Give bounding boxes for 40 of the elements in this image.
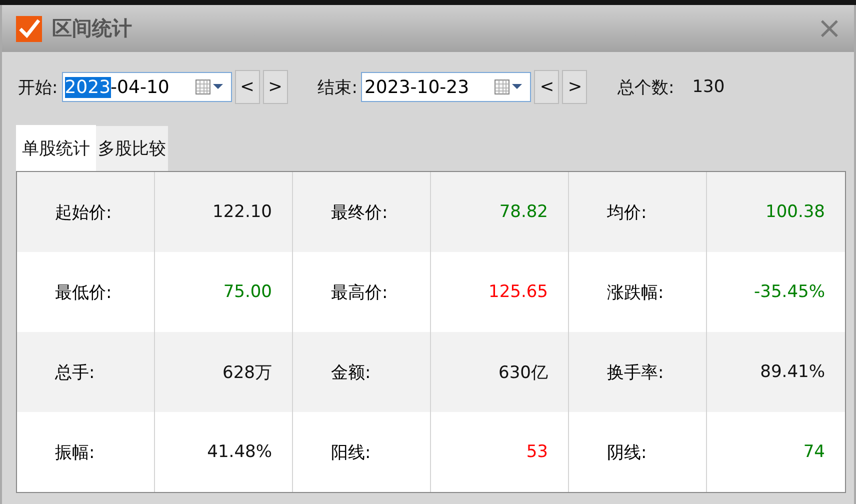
stat-label: 阴线: xyxy=(607,442,647,464)
stat-value: 78.82 xyxy=(499,202,548,222)
total-value: 130 xyxy=(692,77,725,97)
stat-value: 74 xyxy=(803,442,825,462)
stat-label: 起始价: xyxy=(55,202,112,224)
stat-label: 最高价: xyxy=(331,282,388,304)
date-field[interactable]: 2023-04-10 xyxy=(62,72,232,102)
stat-label: 最低价: xyxy=(55,282,112,304)
window-title: 区间统计 xyxy=(52,15,132,42)
previous-button[interactable]: < xyxy=(234,70,260,104)
check-icon xyxy=(16,16,42,42)
stat-label: 涨跌幅: xyxy=(607,282,664,304)
stat-label: 均价: xyxy=(607,202,647,224)
stat-value: 89.41% xyxy=(760,362,825,382)
stat-value: 122.10 xyxy=(212,202,272,222)
next-button[interactable]: > xyxy=(562,70,588,104)
stat-value: 41.48% xyxy=(207,442,272,462)
stat-value: 125.65 xyxy=(488,282,548,302)
total-label: 总个数: xyxy=(617,76,674,98)
stat-label: 换手率: xyxy=(607,362,664,384)
stat-label: 总手: xyxy=(55,362,95,384)
stat-label: 金额: xyxy=(331,362,371,384)
stat-value: 628万 xyxy=(222,362,272,384)
previous-button[interactable]: < xyxy=(534,70,560,104)
stat-label: 振幅: xyxy=(55,442,95,464)
stat-value: 53 xyxy=(526,442,548,462)
stat-value: 100.38 xyxy=(766,202,825,222)
tab[interactable]: 多股比较 xyxy=(96,126,168,171)
tab[interactable]: 单股统计 xyxy=(16,125,96,171)
stat-value: 630亿 xyxy=(498,362,548,384)
stat-label: 最终价: xyxy=(331,202,388,224)
stat-value: 75.00 xyxy=(223,282,272,302)
calendar-dropdown-icon[interactable] xyxy=(194,79,225,95)
calendar-dropdown-icon[interactable] xyxy=(494,79,524,95)
stat-value: -35.45% xyxy=(754,282,825,302)
field-label: 结束: xyxy=(318,76,358,98)
stat-label: 阳线: xyxy=(331,442,371,464)
next-button[interactable]: > xyxy=(262,70,288,104)
date-field[interactable]: 2023-10-23 xyxy=(361,72,532,102)
field-label: 开始: xyxy=(18,76,58,98)
